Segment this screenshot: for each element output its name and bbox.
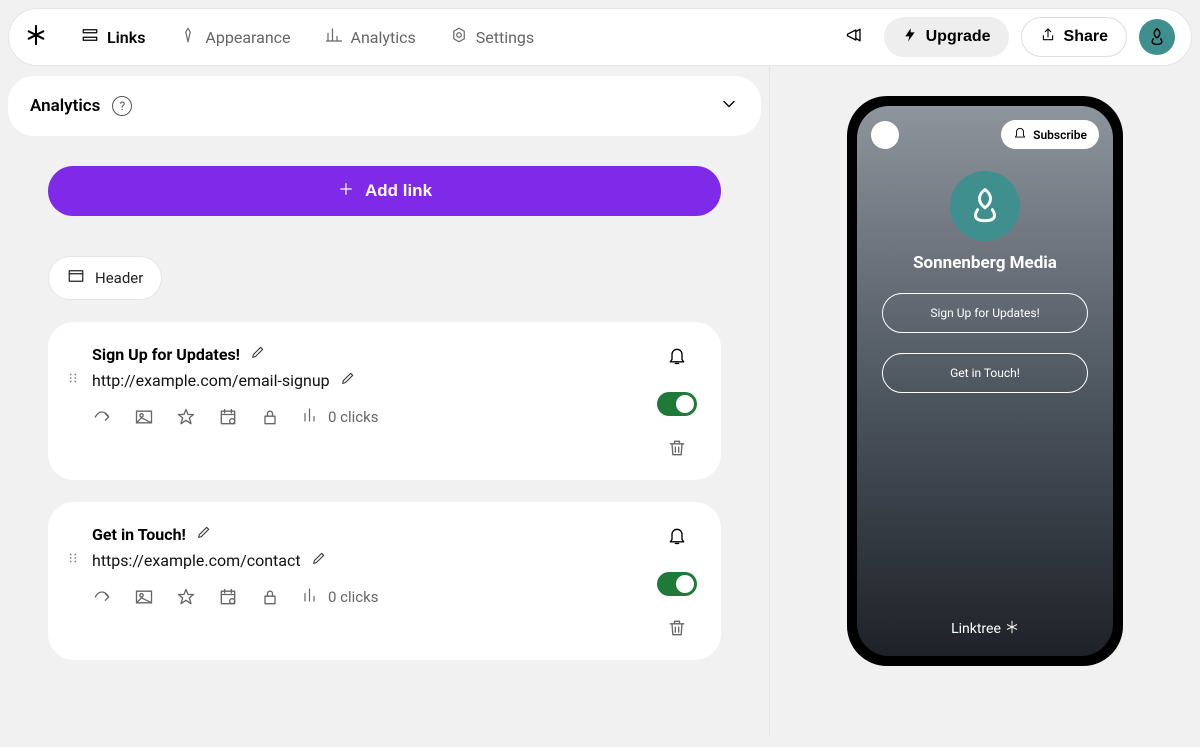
header-icon — [67, 267, 85, 289]
links-icon — [81, 26, 99, 48]
subscribe-label: Subscribe — [1033, 128, 1087, 142]
upgrade-label: Upgrade — [926, 28, 991, 46]
notify-icon[interactable] — [667, 346, 687, 370]
share-icon — [1040, 27, 1056, 48]
preview-footer: Linktree — [857, 620, 1113, 638]
preview-subscribe-button[interactable]: Subscribe — [1001, 120, 1099, 149]
nav-analytics[interactable]: Analytics — [317, 20, 424, 54]
link-url: https://example.com/contact — [92, 551, 301, 570]
settings-icon — [450, 26, 468, 48]
phone-screen: Subscribe Sonnenberg Media Sign Up for U… — [857, 106, 1113, 656]
schedule-icon[interactable] — [218, 407, 238, 427]
linktree-logo-icon — [25, 24, 47, 50]
linktree-label: Linktree — [951, 621, 1001, 637]
analytics-title: Analytics — [30, 96, 100, 116]
link-card: Get in Touch! https://example.com/contac… — [48, 502, 721, 660]
link-title: Get in Touch! — [92, 525, 186, 544]
nav-links-label: Links — [107, 28, 145, 47]
redirect-icon[interactable] — [92, 407, 112, 427]
edit-title-icon[interactable] — [196, 524, 212, 544]
lock-icon[interactable] — [260, 587, 280, 607]
appearance-icon — [179, 26, 197, 48]
announcements-button[interactable] — [838, 20, 872, 54]
thumbnail-icon[interactable] — [134, 407, 154, 427]
link-url: http://example.com/email-signup — [92, 371, 330, 390]
redirect-icon[interactable] — [92, 587, 112, 607]
nav-analytics-label: Analytics — [351, 28, 416, 47]
link-card: Sign Up for Updates! http://example.com/… — [48, 322, 721, 480]
share-label: Share — [1064, 28, 1108, 46]
nav-settings[interactable]: Settings — [442, 20, 542, 54]
nav-appearance[interactable]: Appearance — [171, 20, 298, 54]
edit-url-icon[interactable] — [340, 370, 356, 390]
lock-icon[interactable] — [260, 407, 280, 427]
analytics-icon — [325, 26, 343, 48]
preview-panel: Subscribe Sonnenberg Media Sign Up for U… — [770, 66, 1200, 735]
link-title: Sign Up for Updates! — [92, 345, 240, 364]
nav-links[interactable]: Links — [73, 20, 153, 54]
star-icon[interactable] — [176, 587, 196, 607]
top-right-actions: Upgrade Share — [838, 17, 1175, 57]
delete-icon[interactable] — [667, 618, 687, 642]
notify-icon[interactable] — [667, 526, 687, 550]
chart-icon — [302, 586, 320, 608]
clicks-counter: 0 clicks — [302, 406, 379, 428]
schedule-icon[interactable] — [218, 587, 238, 607]
preview-profile-name: Sonnenberg Media — [913, 253, 1057, 273]
linktree-asterisk-icon — [1005, 620, 1019, 638]
help-icon[interactable]: ? — [112, 96, 132, 116]
editor-panel: Analytics ? Add link Header Sign Up f — [0, 66, 770, 735]
analytics-card[interactable]: Analytics ? — [8, 76, 761, 136]
thumbnail-icon[interactable] — [134, 587, 154, 607]
nav-appearance-label: Appearance — [205, 28, 290, 47]
share-button[interactable]: Share — [1021, 17, 1127, 57]
add-link-button[interactable]: Add link — [48, 166, 721, 216]
chevron-down-icon — [719, 94, 739, 118]
megaphone-icon — [845, 25, 865, 49]
add-header-button[interactable]: Header — [48, 256, 162, 300]
clicks-counter: 0 clicks — [302, 586, 379, 608]
visibility-toggle[interactable] — [657, 572, 697, 596]
clicks-text: 0 clicks — [328, 408, 379, 426]
edit-title-icon[interactable] — [250, 344, 266, 364]
chart-icon — [302, 406, 320, 428]
preview-share-button[interactable] — [871, 121, 899, 149]
add-link-label: Add link — [365, 181, 432, 201]
nav-settings-label: Settings — [476, 28, 534, 47]
plus-icon — [337, 180, 355, 203]
main-nav: Links Appearance Analytics Settings — [73, 20, 542, 54]
drag-handle[interactable] — [66, 524, 80, 569]
bolt-icon — [902, 27, 918, 48]
preview-link[interactable]: Sign Up for Updates! — [882, 293, 1087, 333]
edit-url-icon[interactable] — [311, 550, 327, 570]
preview-link[interactable]: Get in Touch! — [882, 353, 1087, 393]
clicks-text: 0 clicks — [328, 588, 379, 606]
header-label: Header — [95, 269, 143, 287]
drag-handle[interactable] — [66, 344, 80, 389]
bell-icon — [1013, 126, 1027, 143]
upgrade-button[interactable]: Upgrade — [884, 17, 1009, 57]
user-avatar[interactable] — [1139, 19, 1175, 55]
visibility-toggle[interactable] — [657, 392, 697, 416]
preview-avatar — [950, 171, 1020, 241]
phone-frame: Subscribe Sonnenberg Media Sign Up for U… — [847, 96, 1123, 666]
delete-icon[interactable] — [667, 438, 687, 462]
star-icon[interactable] — [176, 407, 196, 427]
top-bar: Links Appearance Analytics Settings Upgr… — [8, 8, 1192, 66]
